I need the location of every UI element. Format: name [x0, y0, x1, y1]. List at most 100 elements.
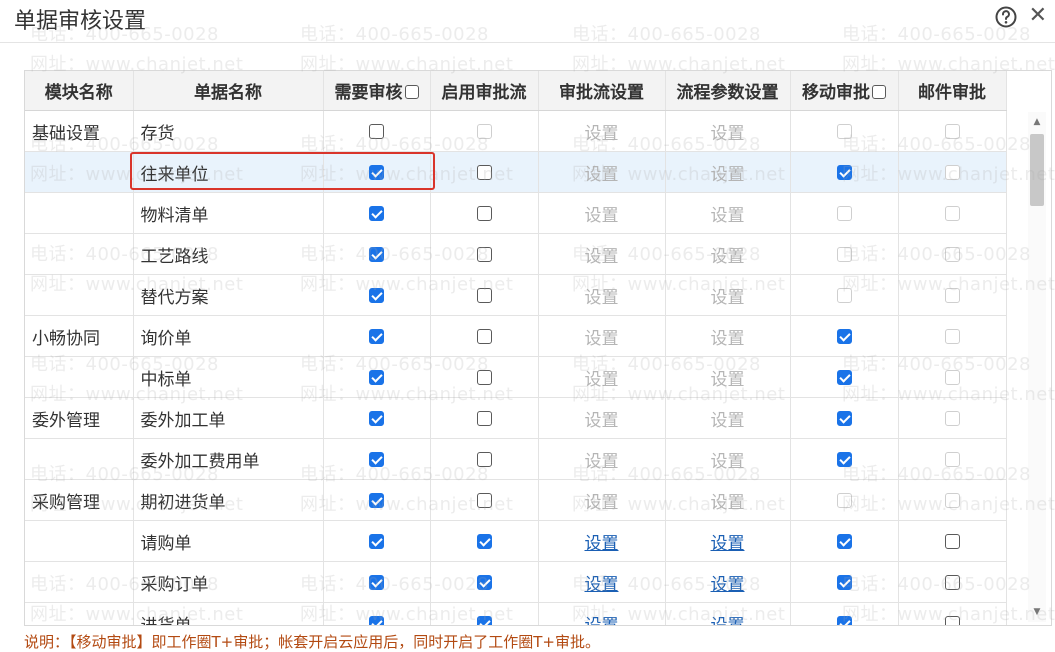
doc-name-cell: 期初进货单: [133, 479, 324, 521]
table-row[interactable]: 中标单 设置 设置: [25, 356, 1007, 398]
doc-name-cell: 进货单: [133, 602, 324, 625]
module-cell: [25, 438, 134, 480]
mobile-approval-checkbox-cell: [790, 438, 899, 480]
flow-settings-link: 设置: [584, 246, 619, 267]
mobile-select-all-checkbox[interactable]: [872, 85, 886, 99]
mobile-approval-checkbox: [836, 123, 852, 139]
param-settings-link[interactable]: 设置: [711, 575, 745, 595]
mail-approval-checkbox-cell: [898, 233, 1007, 275]
param-settings-link-cell: 设置: [665, 274, 791, 316]
enable-flow-checkbox[interactable]: [476, 410, 492, 426]
flow-settings-link[interactable]: 设置: [585, 575, 619, 595]
table-row[interactable]: 委外加工费用单 设置 设置: [25, 438, 1007, 480]
need-review-checkbox[interactable]: [369, 533, 384, 549]
need-review-checkbox[interactable]: [369, 328, 384, 344]
enable-flow-checkbox-cell: [430, 233, 539, 275]
enable-flow-checkbox[interactable]: [476, 164, 492, 180]
mobile-approval-checkbox[interactable]: [836, 410, 852, 426]
enable-flow-checkbox[interactable]: [476, 533, 492, 549]
mail-approval-checkbox: [944, 451, 960, 467]
need-review-checkbox[interactable]: [369, 287, 384, 303]
need-review-checkbox[interactable]: [369, 574, 384, 590]
mobile-approval-checkbox-cell: [790, 397, 899, 439]
flow-settings-link: 设置: [584, 369, 619, 390]
need-review-checkbox[interactable]: [369, 451, 384, 467]
table-row[interactable]: 采购订单 设置 设置: [25, 561, 1007, 603]
doc-name-cell: 委外加工费用单: [133, 438, 324, 480]
mobile-approval-checkbox-cell: [790, 233, 899, 275]
table-header-row: 模块名称 单据名称 需要审核 启用审批流 审批流设置 流程参数设置 移动审批 邮…: [25, 71, 1007, 111]
need-review-select-all-checkbox[interactable]: [404, 85, 419, 99]
need-review-checkbox[interactable]: [369, 410, 384, 426]
param-settings-link[interactable]: 设置: [711, 534, 745, 554]
mobile-approval-checkbox[interactable]: [836, 328, 852, 344]
col-header-param-settings: 流程参数设置: [665, 71, 791, 111]
table-row[interactable]: 小畅协同 询价单 设置 设置: [25, 315, 1007, 357]
enable-flow-checkbox[interactable]: [476, 328, 492, 344]
need-review-checkbox[interactable]: [369, 615, 384, 625]
doc-name-cell: 请购单: [133, 520, 324, 562]
flow-settings-link-cell: 设置: [538, 315, 666, 357]
table-row[interactable]: 委外管理 委外加工单 设置 设置: [25, 397, 1007, 439]
col-header-doc: 单据名称: [133, 71, 324, 111]
mobile-approval-checkbox[interactable]: [836, 533, 852, 549]
flow-settings-link[interactable]: 设置: [585, 616, 619, 626]
mail-approval-checkbox[interactable]: [944, 533, 960, 549]
mobile-approval-checkbox[interactable]: [836, 574, 852, 590]
flow-settings-link: 设置: [584, 287, 619, 308]
vertical-scrollbar[interactable]: ▲ ▼: [1028, 112, 1046, 622]
mobile-approval-checkbox[interactable]: [836, 369, 852, 385]
mobile-approval-checkbox[interactable]: [836, 451, 852, 467]
scroll-up-icon[interactable]: ▲: [1028, 114, 1046, 130]
help-circle-icon[interactable]: [995, 6, 1017, 28]
doc-name-cell: 物料清单: [133, 192, 324, 234]
param-settings-link[interactable]: 设置: [711, 616, 745, 626]
enable-flow-checkbox[interactable]: [476, 205, 492, 221]
table-row[interactable]: 请购单 设置 设置: [25, 520, 1007, 562]
table-row[interactable]: 物料清单 设置 设置: [25, 192, 1007, 234]
need-review-checkbox-cell: [323, 438, 431, 480]
close-icon[interactable]: ✕: [1029, 4, 1047, 28]
mobile-approval-checkbox[interactable]: [836, 615, 852, 625]
param-settings-link: 设置: [710, 123, 745, 144]
flow-settings-link[interactable]: 设置: [585, 534, 619, 554]
enable-flow-checkbox[interactable]: [476, 246, 492, 262]
scroll-down-icon[interactable]: ▼: [1028, 604, 1046, 620]
flow-settings-link-cell: 设置: [538, 561, 666, 603]
table-row[interactable]: 采购管理 期初进货单 设置 设置: [25, 479, 1007, 521]
need-review-checkbox[interactable]: [369, 369, 384, 385]
enable-flow-checkbox[interactable]: [476, 574, 492, 590]
enable-flow-checkbox[interactable]: [476, 615, 492, 625]
param-settings-link-cell: 设置: [665, 479, 791, 521]
mail-approval-checkbox[interactable]: [944, 615, 960, 625]
enable-flow-checkbox[interactable]: [476, 492, 492, 508]
need-review-checkbox-cell: [323, 315, 431, 357]
scrollbar-thumb[interactable]: [1030, 134, 1044, 206]
mobile-approval-checkbox-cell: [790, 192, 899, 234]
dialog-titlebar: 单据审核设置 ✕: [0, 0, 1055, 42]
mobile-approval-checkbox: [836, 205, 852, 221]
param-settings-link-cell: 设置: [665, 561, 791, 603]
flow-settings-link: 设置: [584, 410, 619, 431]
table-row[interactable]: 工艺路线 设置 设置: [25, 233, 1007, 275]
col-header-enable-flow: 启用审批流: [430, 71, 539, 111]
mail-approval-checkbox[interactable]: [944, 574, 960, 590]
highlight-box: [130, 152, 435, 190]
need-review-checkbox[interactable]: [369, 246, 384, 262]
enable-flow-checkbox[interactable]: [476, 369, 492, 385]
need-review-checkbox[interactable]: [369, 492, 384, 508]
need-review-checkbox[interactable]: [369, 205, 384, 221]
enable-flow-checkbox[interactable]: [476, 287, 492, 303]
param-settings-link-cell: 设置: [665, 110, 791, 152]
table-row[interactable]: 替代方案 设置 设置: [25, 274, 1007, 316]
enable-flow-checkbox[interactable]: [476, 451, 492, 467]
table-row[interactable]: 基础设置 存货 设置 设置: [25, 110, 1007, 152]
mobile-approval-checkbox[interactable]: [836, 164, 852, 180]
mail-approval-checkbox: [944, 492, 960, 508]
flow-settings-link-cell: 设置: [538, 356, 666, 398]
table-row[interactable]: 进货单设置 设置: [25, 602, 1007, 626]
mail-approval-checkbox: [944, 205, 960, 221]
need-review-checkbox-cell: [323, 233, 431, 275]
mail-approval-checkbox-cell: [898, 602, 1007, 625]
need-review-checkbox[interactable]: [369, 123, 384, 139]
